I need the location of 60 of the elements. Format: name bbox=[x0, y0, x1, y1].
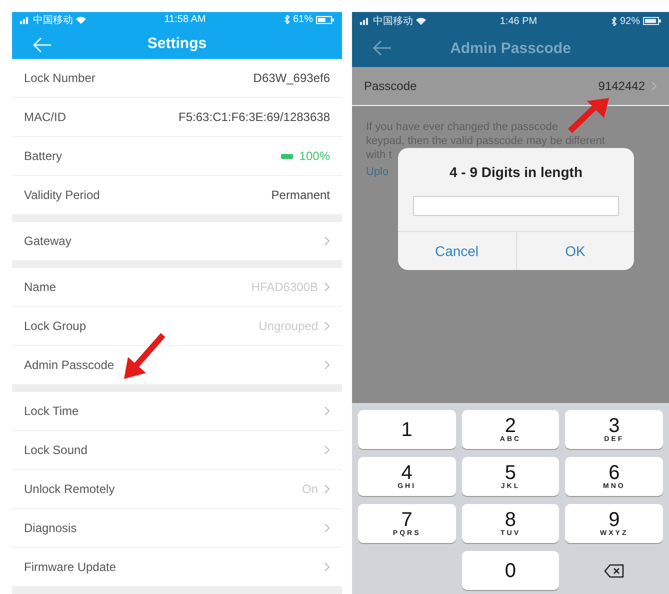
status-time: 11:58 AM bbox=[164, 14, 206, 26]
passcode-row[interactable]: Passcode 9142442 bbox=[352, 67, 669, 106]
dialog-button[interactable]: Cancel bbox=[398, 232, 516, 270]
signal-icon bbox=[360, 17, 370, 25]
chevron-icon bbox=[324, 523, 330, 533]
carrier-name: 中国移动 bbox=[373, 14, 413, 28]
settings-row[interactable]: Diagnosis bbox=[12, 509, 342, 548]
chevron-icon bbox=[324, 360, 330, 370]
row-value: D63W_693ef6 bbox=[253, 71, 330, 85]
row-label: Gateway bbox=[24, 234, 72, 248]
row-label: Lock Number bbox=[24, 71, 96, 85]
bluetooth-icon bbox=[284, 15, 290, 24]
chevron-icon bbox=[324, 236, 330, 246]
row-label: Firmware Update bbox=[24, 560, 116, 574]
status-time: 1:46 PM bbox=[500, 16, 538, 26]
chevron-icon bbox=[324, 406, 330, 416]
dialog-title: 4 - 9 Digits in length bbox=[449, 164, 582, 180]
battery-icon bbox=[642, 17, 661, 25]
screen-title: Admin Passcode bbox=[450, 40, 571, 57]
row-label: Lock Group bbox=[24, 319, 86, 333]
wifi-icon bbox=[416, 17, 426, 25]
battery-percent: 92% bbox=[620, 16, 640, 26]
signal-icon bbox=[20, 16, 30, 24]
pointer-arrow-drawing bbox=[567, 96, 611, 134]
row-label: Name bbox=[24, 280, 56, 294]
keypad-key[interactable]: 0 bbox=[462, 551, 560, 590]
passcode-input[interactable] bbox=[413, 196, 619, 216]
battery-icon bbox=[281, 154, 294, 158]
chevron-icon bbox=[324, 445, 330, 455]
row-value: 100% bbox=[299, 149, 330, 163]
row-label: Lock Sound bbox=[24, 443, 88, 457]
screen-title: Settings bbox=[147, 34, 207, 52]
settings-row[interactable]: Firmware Update bbox=[12, 548, 342, 587]
chevron-icon bbox=[324, 484, 330, 494]
row-label: MAC/ID bbox=[24, 110, 66, 124]
row-label: Validity Period bbox=[24, 188, 100, 202]
battery-icon bbox=[316, 16, 334, 24]
settings-row[interactable]: Lock Sound bbox=[12, 431, 342, 470]
row-label: Passcode bbox=[364, 79, 417, 93]
row-value: Permanent bbox=[271, 188, 330, 202]
carrier-name: 中国移动 bbox=[33, 14, 73, 27]
keypad-key[interactable]: 1 bbox=[358, 410, 456, 449]
settings-row[interactable]: Gateway bbox=[12, 222, 342, 261]
settings-row[interactable]: Lock Time bbox=[12, 392, 342, 431]
back-arrow-icon[interactable] bbox=[372, 39, 392, 57]
row-label: Battery bbox=[24, 149, 62, 163]
wifi-icon bbox=[76, 16, 86, 24]
row-value: F5:63:C1:F6:3E:69/1283638 bbox=[178, 110, 330, 124]
chevron-icon bbox=[324, 282, 330, 292]
row-label: Lock Time bbox=[24, 404, 79, 418]
chevron-icon bbox=[324, 321, 330, 331]
chevron-icon bbox=[651, 81, 657, 91]
battery-percent: 61% bbox=[292, 14, 313, 26]
bluetooth-icon bbox=[610, 16, 617, 26]
row-label: Unlock Remotely bbox=[24, 482, 115, 496]
row-value: 9142442 bbox=[598, 79, 645, 93]
dialog-button[interactable]: OK bbox=[516, 232, 634, 270]
row-label: Diagnosis bbox=[24, 521, 77, 535]
row-label: Admin Passcode bbox=[24, 358, 114, 372]
chevron-icon bbox=[324, 562, 330, 572]
